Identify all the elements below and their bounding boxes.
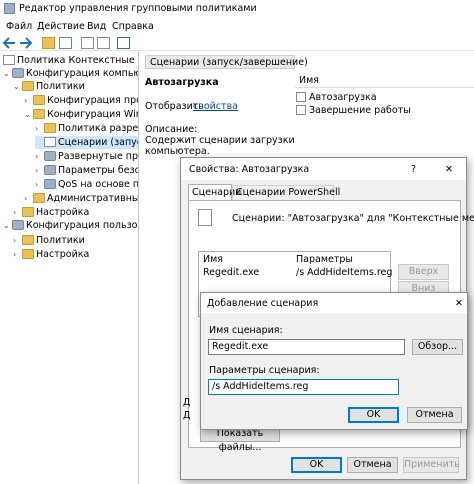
export-list-icon[interactable] <box>81 37 94 49</box>
ok-button[interactable]: OK <box>348 407 399 423</box>
window-title: Редактор управления групповыми политикам… <box>19 3 257 14</box>
expander-chevron-icon[interactable]: › <box>13 248 22 261</box>
move-up-button[interactable]: Вверх <box>398 264 449 280</box>
tree-item-deployed-printers[interactable]: › Развернутые пр <box>35 150 138 163</box>
script-icon <box>296 105 306 115</box>
column-header-params[interactable]: Параметры <box>296 253 353 266</box>
script-icon <box>296 92 306 102</box>
menu-view[interactable]: Вид <box>87 20 106 33</box>
row-name: Regedit.exe <box>203 267 260 278</box>
forward-arrow-icon[interactable] <box>19 37 32 49</box>
tree-item-scripts[interactable]: Сценарии (запус <box>35 136 138 149</box>
side-letter: Д <box>183 410 191 421</box>
tree-item-preferences[interactable]: › Настройка <box>13 206 138 219</box>
expander-chevron-icon[interactable]: › <box>13 234 22 247</box>
expander-chevron-icon[interactable]: › <box>35 164 44 177</box>
side-letter: Д <box>183 397 191 408</box>
properties-dialog-title: Свойства: Автозагрузка <box>189 164 310 175</box>
add-dialog-title: Добавление сценария <box>207 298 319 309</box>
detail-tab: Сценарии (запуск/завершение) <box>145 55 308 69</box>
expander-chevron-icon[interactable]: › <box>24 192 33 205</box>
script-name-field[interactable]: Regedit.exe <box>208 339 405 355</box>
tree-item-policies[interactable]: ⌄ Политики <box>13 80 138 93</box>
scripts-icon <box>44 137 56 147</box>
folder-icon <box>33 193 45 203</box>
close-icon[interactable]: ✕ <box>445 163 453 176</box>
browse-button[interactable]: Обзор... <box>412 339 463 355</box>
script-params-field[interactable]: /s AddHideItems.reg <box>208 379 399 395</box>
menu-help[interactable]: Справка <box>112 20 154 33</box>
column-header-name[interactable]: Имя <box>203 253 223 266</box>
expander-chevron-icon[interactable]: ⌄ <box>13 80 22 93</box>
help-question-icon[interactable]: ? <box>411 163 416 176</box>
help-icon[interactable] <box>117 37 130 49</box>
list-item[interactable]: Завершение работы <box>295 104 435 117</box>
properties-dialog-titlebar: Свойства: Автозагрузка ? ✕ <box>181 158 466 180</box>
script-document-icon <box>198 209 212 226</box>
menu-file[interactable]: Файл <box>6 20 32 33</box>
expander-chevron-icon[interactable]: ⌄ <box>3 219 12 232</box>
policy-icon <box>3 55 15 65</box>
ok-button[interactable]: OK <box>291 457 342 473</box>
detail-heading: Автозагрузка <box>145 77 219 88</box>
expander-chevron-icon[interactable]: › <box>24 94 33 107</box>
folder-icon <box>33 109 45 119</box>
tab-scripts[interactable]: Сценарии <box>188 184 241 200</box>
close-icon[interactable]: ✕ <box>455 297 463 310</box>
tree-item-policy-root[interactable]: Политика Контекстные меню <box>3 54 138 67</box>
folder-icon <box>22 81 34 91</box>
shield-icon <box>44 165 56 175</box>
back-arrow-icon[interactable] <box>3 37 16 49</box>
expander-chevron-icon[interactable]: › <box>35 150 44 163</box>
expander-chevron-icon[interactable]: ⌄ <box>3 67 12 80</box>
tree-item-admin-templates[interactable]: › Административные <box>24 192 138 205</box>
row-params: /s AddHideItems.reg <box>296 267 393 278</box>
folder-icon <box>44 123 56 133</box>
computer-icon <box>12 68 24 78</box>
list-item[interactable]: Автозагрузка <box>295 91 435 104</box>
printer-icon <box>44 151 56 161</box>
add-script-dialog: Добавление сценария ✕ Имя сценария: Rege… <box>200 292 468 430</box>
properties-icon[interactable] <box>97 37 110 49</box>
script-params-label: Параметры сценария: <box>209 365 320 376</box>
apply-button[interactable]: Применить <box>403 457 460 473</box>
tree-item-windows-settings[interactable]: ⌄ Конфигурация Winc <box>24 108 138 121</box>
folder-icon <box>22 249 34 259</box>
tree-pane: Политика Контекстные меню ⌄ Конфигурация… <box>0 52 139 484</box>
properties-link[interactable]: свойства <box>193 100 238 113</box>
tree-item-user-policies[interactable]: › Политики <box>13 234 138 247</box>
tab-powershell-scripts[interactable]: Сценарии PowerShell <box>232 185 340 200</box>
cancel-button[interactable]: Отмена <box>347 457 398 473</box>
tree-item-user-preferences[interactable]: › Настройка <box>13 248 138 261</box>
expander-chevron-icon[interactable]: ⌄ <box>24 108 33 121</box>
tree-item-computer-config[interactable]: ⌄ Конфигурация компьютер <box>3 67 138 80</box>
expander-chevron-icon[interactable]: › <box>35 178 44 191</box>
expander-chevron-icon[interactable]: › <box>13 206 22 219</box>
add-dialog-titlebar: Добавление сценария ✕ <box>201 293 467 313</box>
tree-item-software-settings[interactable]: › Конфигурация прог <box>24 94 138 107</box>
scripts-header-text: Сценарии: "Автозагрузка" для "Контекстны… <box>232 213 474 224</box>
qos-icon <box>44 179 56 189</box>
user-icon <box>12 220 24 230</box>
tree-item-name-resolution-policy[interactable]: › Политика разре <box>35 122 138 135</box>
tree-item-qos[interactable]: › QoS на основе п <box>35 178 138 191</box>
menu-bar: Файл Действие Вид Справка <box>0 18 474 35</box>
folder-icon <box>33 95 45 105</box>
table-row[interactable]: Regedit.exe /s AddHideItems.reg <box>200 266 393 279</box>
list-header: Имя <box>295 72 474 88</box>
folder-icon <box>22 207 34 217</box>
script-name-label: Имя сценария: <box>209 325 283 336</box>
expander-chevron-icon[interactable]: › <box>35 122 44 135</box>
menu-action[interactable]: Действие <box>37 20 85 33</box>
tree-item-security-settings[interactable]: › Параметры безс <box>35 164 138 177</box>
app-icon <box>4 3 15 14</box>
window-titlebar: Редактор управления групповыми политикам… <box>0 0 474 18</box>
show-tree-icon[interactable] <box>59 37 72 49</box>
up-folder-icon[interactable] <box>42 37 55 49</box>
tree-item-user-config[interactable]: ⌄ Конфигурация пользовате <box>3 219 138 232</box>
cancel-button[interactable]: Отмена <box>407 407 462 423</box>
folder-icon <box>22 235 34 245</box>
column-header-name[interactable]: Имя <box>299 74 319 87</box>
